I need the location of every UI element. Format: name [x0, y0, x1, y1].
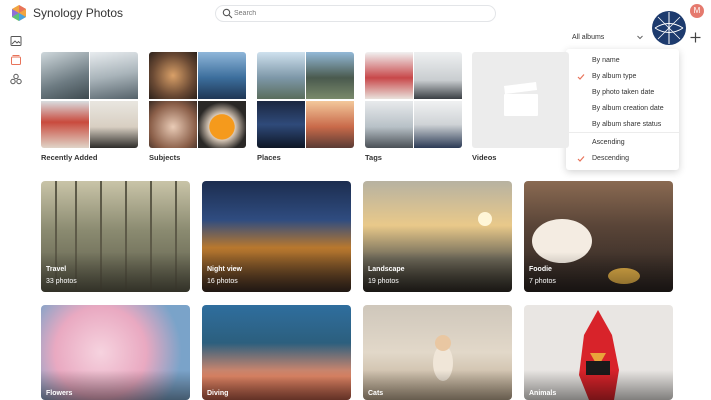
sort-button[interactable] — [652, 11, 686, 45]
sort-by-album-type-option[interactable]: By album type — [566, 69, 679, 85]
checkmark-icon — [577, 74, 585, 80]
video-clapper-icon — [504, 82, 538, 116]
album-card-flowers[interactable]: Flowers — [41, 305, 190, 400]
category-recently-added[interactable] — [41, 52, 138, 148]
top-bar: Synology Photos M — [0, 0, 711, 26]
user-avatar[interactable]: M — [690, 4, 704, 18]
album-title: Foodie — [529, 266, 552, 273]
album-card-diving[interactable]: Diving — [202, 305, 351, 400]
albums-nav-icon[interactable] — [9, 53, 23, 67]
album-card-night-view[interactable]: Night view 16 photos — [202, 181, 351, 292]
album-count: 16 photos — [207, 278, 238, 285]
album-title: Flowers — [46, 390, 73, 397]
sort-descending-option[interactable]: Descending — [566, 151, 679, 167]
sort-by-album-share-status-option[interactable]: By album share status — [566, 117, 679, 133]
album-card-landscape[interactable]: Landscape 19 photos — [363, 181, 512, 292]
album-card-animals[interactable]: Animals — [524, 305, 673, 400]
album-card-cats[interactable]: Cats — [363, 305, 512, 400]
category-places[interactable] — [257, 52, 354, 148]
sort-menu: By name By album type By photo taken dat… — [566, 49, 679, 170]
album-count: 7 photos — [529, 278, 556, 285]
album-title: Travel — [46, 266, 67, 273]
menu-divider — [566, 132, 679, 133]
album-filter-dropdown[interactable]: All albums — [566, 30, 648, 46]
album-card-travel[interactable]: Travel 33 photos — [41, 181, 190, 292]
chevron-down-icon — [637, 35, 643, 40]
photos-nav-icon[interactable] — [9, 34, 23, 48]
album-title: Landscape — [368, 266, 405, 273]
sort-by-name-option[interactable]: By name — [566, 53, 679, 69]
synology-photos-logo-icon — [12, 5, 26, 21]
album-filter-label: All albums — [572, 34, 605, 41]
album-title: Cats — [368, 390, 384, 397]
album-count: 33 photos — [46, 278, 77, 285]
add-album-button[interactable] — [689, 31, 702, 44]
category-label: Videos — [472, 153, 497, 162]
album-title: Animals — [529, 390, 557, 397]
category-tags[interactable] — [365, 52, 462, 148]
sort-ascending-option[interactable]: Ascending — [566, 135, 679, 151]
sort-pattern-icon — [653, 12, 685, 44]
album-title: Diving — [207, 390, 229, 397]
shared-nav-icon[interactable] — [9, 72, 23, 86]
sort-by-album-creation-date-option[interactable]: By album creation date — [566, 101, 679, 117]
search-box[interactable] — [215, 5, 496, 22]
album-card-foodie[interactable]: Foodie 7 photos — [524, 181, 673, 292]
sort-by-photo-taken-date-option[interactable]: By photo taken date — [566, 85, 679, 101]
search-input[interactable] — [234, 6, 484, 21]
album-title: Night view — [207, 266, 243, 273]
category-label: Places — [257, 153, 281, 162]
app-title: Synology Photos — [33, 6, 124, 20]
category-videos[interactable] — [472, 52, 569, 148]
category-label: Subjects — [149, 153, 181, 162]
category-label: Tags — [365, 153, 382, 162]
search-icon — [222, 8, 233, 19]
category-subjects[interactable] — [149, 52, 246, 148]
category-label: Recently Added — [41, 153, 98, 162]
album-count: 19 photos — [368, 278, 399, 285]
checkmark-icon — [577, 156, 585, 162]
